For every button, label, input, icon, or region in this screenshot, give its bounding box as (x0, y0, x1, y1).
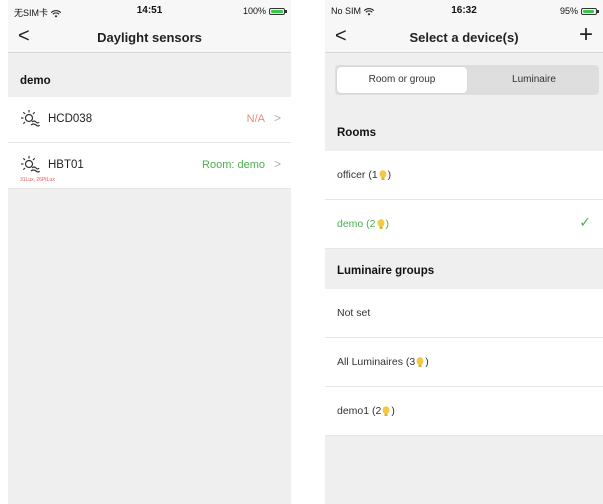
room-name: officer (1 (337, 169, 378, 181)
group-row-not-set[interactable]: Not set (325, 289, 603, 338)
lux-reading: 31Lux, 26PtLux (20, 177, 55, 183)
room-name-suffix: ) (387, 169, 392, 181)
battery-icon (269, 7, 287, 15)
sensor-status: N/A (246, 113, 265, 125)
group-row-all-luminaires[interactable]: All Luminaires (3 ) (325, 338, 603, 387)
checkmark-icon: ✓ (579, 214, 591, 230)
room-section-header: demo (20, 75, 51, 87)
battery-indicator: 95% (559, 6, 599, 16)
rooms-header: Rooms (325, 111, 603, 151)
nav-bar: < Select a device(s) + (325, 22, 603, 53)
group-name: Not set (337, 307, 371, 319)
bulb-icon (416, 356, 424, 367)
status-bar: No SIM 16:32 95% (325, 0, 603, 22)
room-label: demo (2 ) (337, 218, 389, 230)
tab-luminaire[interactable]: Luminaire (469, 65, 599, 95)
room-name-suffix: ) (385, 218, 390, 230)
daylight-sensors-screen: 无SIM卡 14:51 100% < Daylight sensors demo (8, 0, 291, 504)
bulb-icon (382, 405, 390, 416)
luminaire-groups-header: Luminaire groups (325, 249, 603, 289)
status-bar: 无SIM卡 14:51 100% (8, 0, 291, 22)
daylight-sensor-icon (21, 156, 40, 173)
group-name-suffix: ) (391, 405, 395, 417)
bulb-icon (377, 218, 385, 229)
segmented-control: Room or group Luminaire (335, 65, 599, 95)
add-button[interactable]: + (579, 23, 593, 47)
group-name-suffix: ) (425, 356, 429, 368)
group-label: All Luminaires (3 ) (337, 356, 429, 368)
group-label: Not set (337, 307, 370, 319)
nav-bar: < Daylight sensors (8, 22, 291, 53)
chevron-right-icon: > (273, 111, 281, 125)
room-label: officer (1 ) (337, 169, 391, 181)
battery-fill (583, 9, 595, 13)
group-row-demo1[interactable]: demo1 (2 ) (325, 387, 603, 436)
chevron-right-icon: > (273, 157, 281, 171)
page-title: Daylight sensors (97, 30, 202, 45)
bulb-icon (379, 169, 387, 180)
room-row-officer[interactable]: officer (1 ) (325, 151, 603, 200)
sensor-row-hcd038[interactable]: HCD038 N/A > (8, 97, 291, 143)
tab-room-or-group[interactable]: Room or group (337, 67, 467, 93)
battery-fill (271, 9, 283, 13)
battery-percent: 95% (559, 6, 578, 16)
battery-percent: 100% (242, 6, 266, 16)
page-title: Select a device(s) (409, 30, 519, 45)
daylight-sensor-icon (21, 110, 40, 127)
select-device-screen: No SIM 16:32 95% < Select a device(s) + … (325, 0, 603, 504)
group-label: demo1 (2 ) (337, 405, 395, 417)
segmented-control-container: Room or group Luminaire (325, 53, 603, 111)
sensor-name: HCD038 (48, 113, 93, 125)
room-row-demo[interactable]: demo (2 ) ✓ (325, 200, 603, 249)
group-name: All Luminaires (3 (337, 356, 416, 368)
sensor-status: Room: demo (202, 159, 265, 171)
group-name: demo1 (2 (337, 405, 382, 417)
battery-icon (581, 7, 599, 15)
battery-indicator: 100% (242, 6, 287, 16)
sensor-name: HBT01 (48, 159, 84, 171)
sensor-row-hbt01[interactable]: HBT01 31Lux, 26PtLux Room: demo > (8, 143, 291, 189)
room-name: demo (2 (337, 218, 376, 230)
